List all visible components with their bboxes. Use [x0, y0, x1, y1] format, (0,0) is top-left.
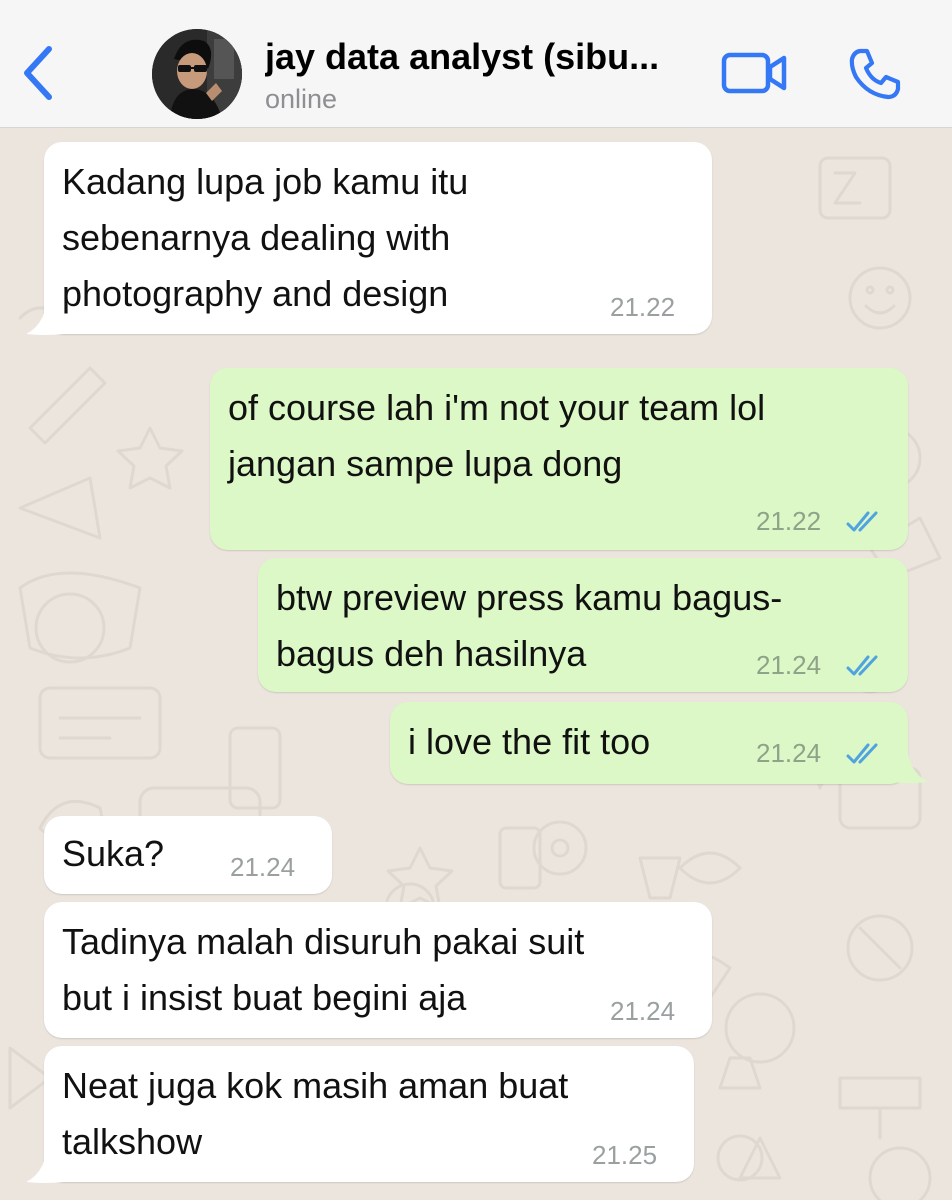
read-receipt-icon [846, 511, 878, 532]
message-bubble-outgoing[interactable]: of course lah i'm not your team lol jang… [210, 368, 908, 550]
message-time: 21.25 [592, 1140, 658, 1170]
message-time: 21.24 [230, 852, 296, 882]
contact-avatar[interactable] [152, 29, 242, 119]
contact-status: online [265, 84, 338, 114]
message-bubble-outgoing[interactable]: i love the fit too 21.24 [390, 702, 908, 784]
message-bubble-incoming[interactable]: Suka? 21.24 [44, 816, 332, 894]
voice-call-button[interactable] [846, 45, 904, 103]
message-time: 21.24 [610, 996, 676, 1026]
message-text: Suka? [62, 833, 165, 874]
back-button[interactable] [18, 42, 58, 104]
message-time: 21.22 [756, 506, 822, 536]
message-time: 21.22 [610, 292, 676, 322]
chat-area[interactable]: Kadang lupa job kamu itu sebenarnya deal… [0, 128, 952, 1200]
message-bubble-incoming[interactable]: Kadang lupa job kamu itu sebenarnya deal… [44, 142, 712, 334]
message-text: i love the fit too [408, 721, 651, 762]
read-receipt-icon [846, 743, 878, 764]
bubble-tail-incoming [26, 1154, 64, 1183]
chevron-left-icon [24, 46, 52, 100]
read-receipt-icon [846, 655, 878, 676]
message-text: Tadinya malah disuruh pakai suit but i i… [62, 921, 585, 1018]
message-text: of course lah i'm not your team lol jang… [228, 387, 766, 484]
message-bubble-incoming[interactable]: Tadinya malah disuruh pakai suit but i i… [44, 902, 712, 1038]
message-text: Kadang lupa job kamu itu sebenarnya deal… [62, 161, 469, 314]
video-call-button[interactable] [720, 48, 790, 98]
message-text: btw preview press kamu bagus- bagus deh … [276, 577, 783, 674]
message-time: 21.24 [756, 650, 822, 680]
contact-name[interactable]: jay data analyst (sibu... [265, 36, 715, 78]
avatar-photo [152, 29, 242, 119]
bubble-tail-outgoing [890, 754, 928, 783]
message-bubble-incoming[interactable]: Neat juga kok masih aman buat talkshow 2… [44, 1046, 694, 1182]
video-camera-icon [721, 52, 787, 94]
message-bubble-outgoing[interactable]: btw preview press kamu bagus- bagus deh … [258, 558, 908, 692]
message-time: 21.24 [756, 738, 822, 768]
bubble-tail-incoming [26, 306, 64, 335]
chat-header: jay data analyst (sibu... online [0, 0, 952, 128]
phone-icon [849, 48, 901, 100]
message-text: Neat juga kok masih aman buat talkshow [62, 1065, 569, 1162]
